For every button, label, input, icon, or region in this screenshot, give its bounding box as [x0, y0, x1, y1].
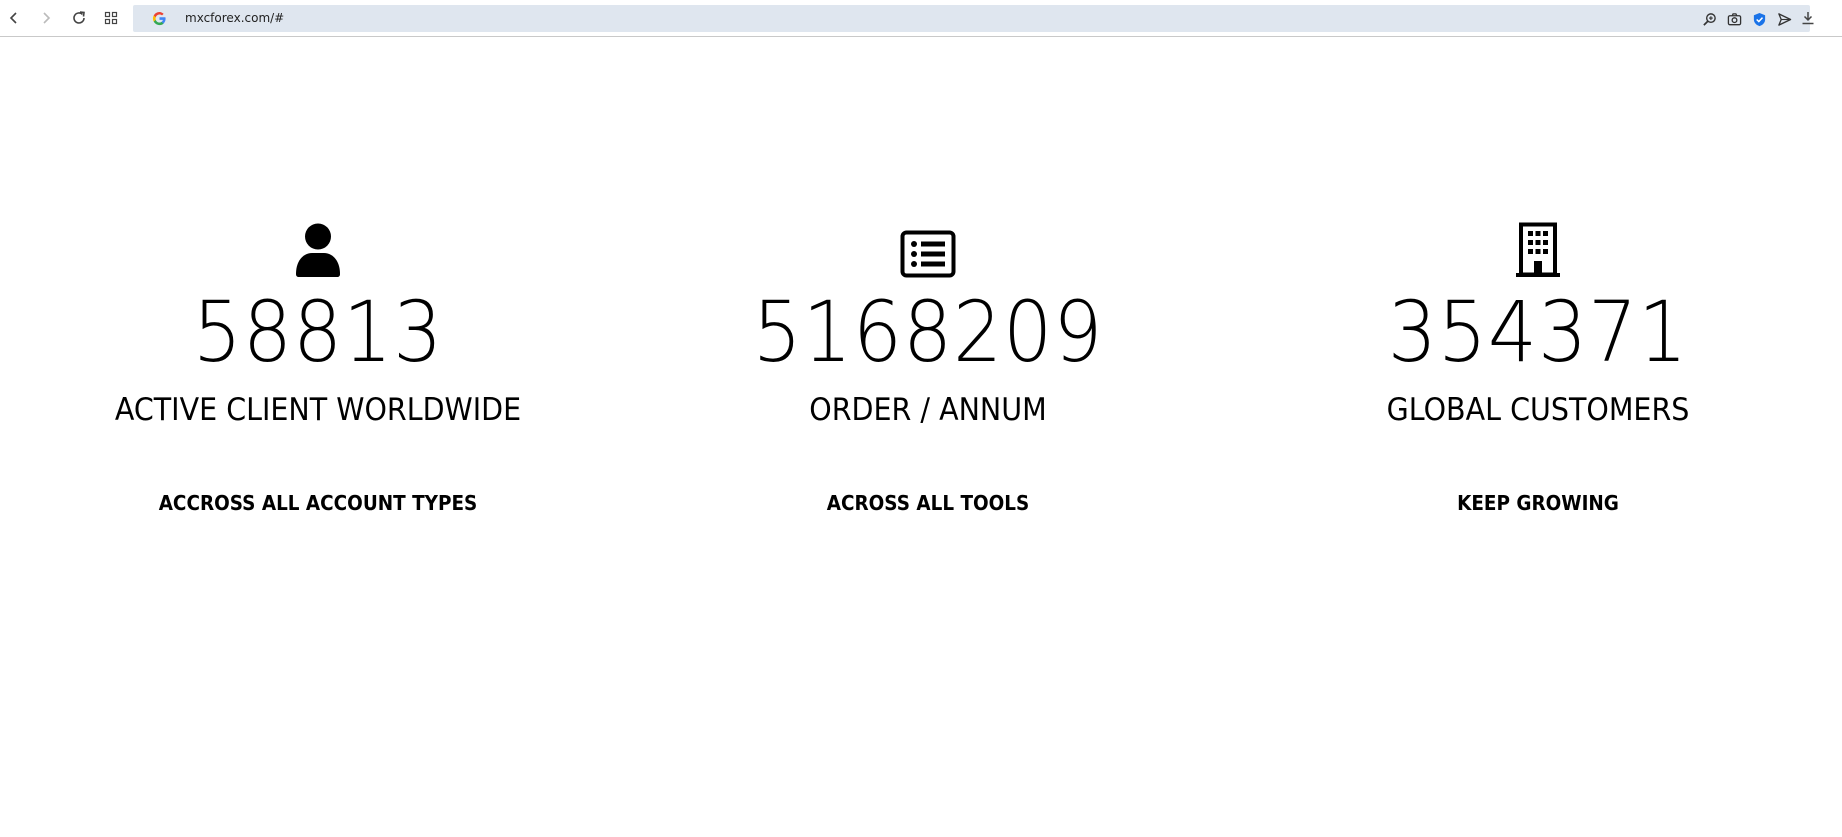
list-icon: [900, 230, 956, 278]
stat-number: 5168209: [752, 283, 1104, 381]
address-bar[interactable]: mxcforex.com/#: [133, 5, 1810, 32]
shield-button[interactable]: [1750, 10, 1768, 28]
forward-button[interactable]: [35, 7, 57, 29]
send-icon: [1777, 12, 1791, 26]
back-button[interactable]: [3, 7, 25, 29]
download-icon: [1802, 12, 1814, 25]
stat-subtitle: ACCROSS ALL ACCOUNT TYPES: [158, 491, 478, 515]
stat-orders: 5168209 ORDER / ANNUM ACROSS ALL TOOLS: [628, 220, 1228, 516]
screenshot-button[interactable]: [1725, 10, 1743, 28]
download-button[interactable]: [1797, 7, 1819, 29]
browser-toolbar: mxcforex.com/#: [0, 0, 1842, 37]
stat-label: ACTIVE CLIENT WORLDWIDE: [114, 392, 522, 428]
stat-active-clients: 58813 ACTIVE CLIENT WORLDWIDE ACCROSS AL…: [18, 220, 618, 516]
shield-check-icon: [1753, 12, 1765, 26]
stat-number: 58813: [192, 283, 444, 381]
url-text[interactable]: mxcforex.com/#: [185, 10, 284, 27]
apps-button[interactable]: [100, 7, 122, 29]
camera-icon: [1727, 12, 1741, 25]
chevron-right-icon: [43, 12, 51, 24]
grid-icon: [104, 11, 118, 25]
chevron-left-icon: [9, 12, 17, 24]
stat-subtitle: KEEP GROWING: [1457, 491, 1619, 515]
stat-label: ORDER / ANNUM: [809, 392, 1047, 428]
building-icon: [1516, 222, 1560, 277]
stat-subtitle: ACROSS ALL TOOLS: [826, 491, 1030, 515]
zoom-button[interactable]: [1700, 10, 1718, 28]
user-icon: [296, 223, 340, 277]
stat-label: GLOBAL CUSTOMERS: [1386, 392, 1690, 428]
stat-global-customers: 354371 GLOBAL CUSTOMERS KEEP GROWING: [1238, 220, 1838, 516]
reload-icon: [73, 11, 85, 24]
stat-number: 354371: [1387, 283, 1689, 381]
reload-button[interactable]: [68, 7, 90, 29]
google-icon: [152, 11, 166, 26]
zoom-icon: [1702, 12, 1716, 26]
send-button[interactable]: [1775, 10, 1793, 28]
